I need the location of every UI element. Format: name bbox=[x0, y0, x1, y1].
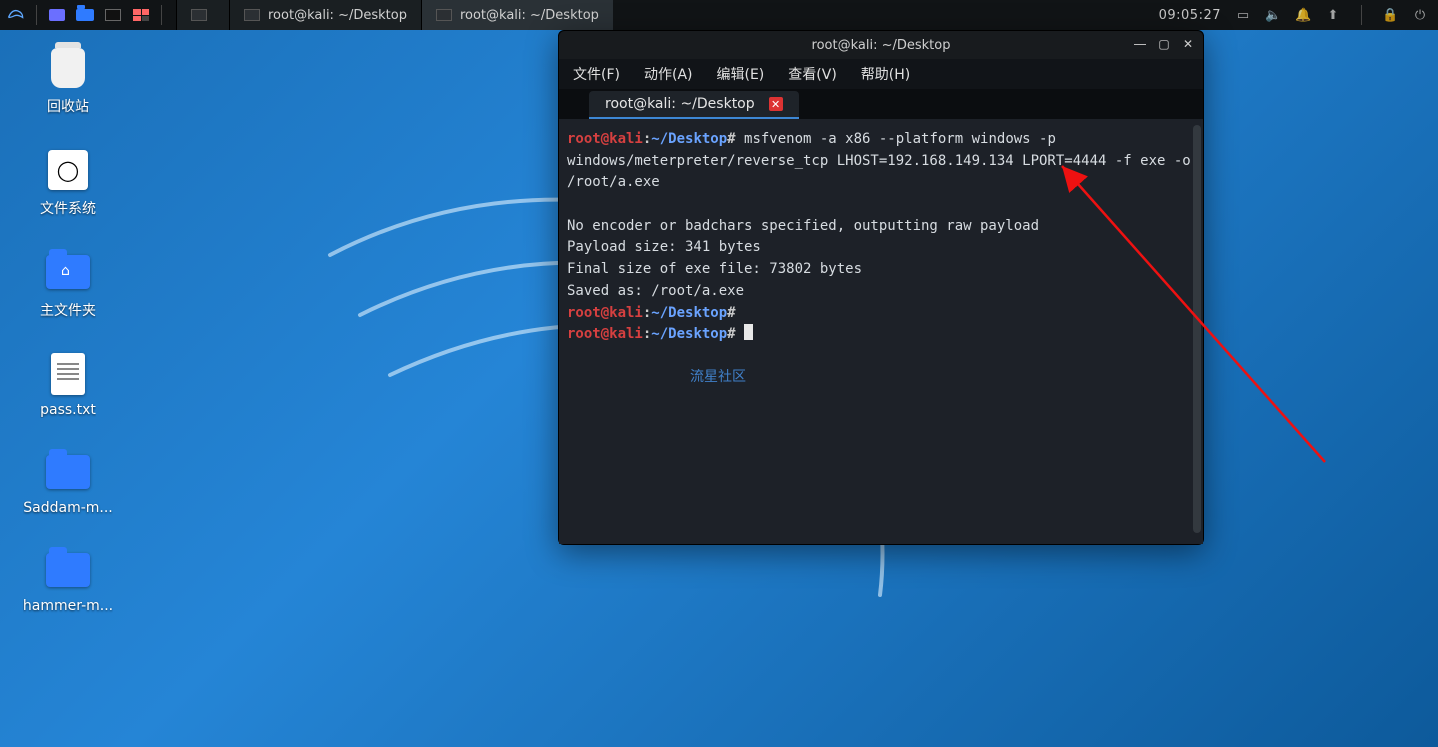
filesystem-icon: ◯ bbox=[44, 146, 92, 194]
desktop-icon-label: hammer-m... bbox=[23, 598, 113, 614]
menu-item[interactable]: 文件(F) bbox=[573, 64, 620, 84]
window-close-button[interactable]: ✕ bbox=[1179, 36, 1197, 52]
desktop-icon-label: 主文件夹 bbox=[40, 300, 96, 320]
separator bbox=[161, 5, 162, 25]
folder-icon: ⌂ bbox=[44, 248, 92, 296]
separator bbox=[36, 5, 37, 25]
volume-icon[interactable]: 🔈 bbox=[1265, 8, 1281, 23]
window-title: root@kali: ~/Desktop bbox=[812, 38, 951, 53]
update-icon[interactable]: ⬆ bbox=[1325, 8, 1341, 23]
taskbar-task-1[interactable]: root@kali: ~/Desktop bbox=[229, 0, 421, 30]
launcher-files-icon[interactable] bbox=[71, 0, 99, 30]
power-icon[interactable]: ⏻ bbox=[1412, 8, 1428, 23]
panel-launchers bbox=[0, 0, 168, 30]
separator bbox=[1361, 5, 1362, 25]
task-thumb-icon bbox=[436, 9, 452, 21]
menu-item[interactable]: 动作(A) bbox=[644, 64, 693, 84]
desktop-icon-3[interactable]: pass.txt bbox=[18, 350, 118, 418]
desktop-icon-1[interactable]: ◯ 文件系统 bbox=[18, 146, 118, 218]
window-minimize-button[interactable]: ― bbox=[1131, 36, 1149, 52]
launcher-window-icon[interactable] bbox=[43, 0, 71, 30]
menu-item[interactable]: 查看(V) bbox=[788, 64, 837, 84]
desktop-icon-label: 回收站 bbox=[47, 96, 89, 116]
notification-icon[interactable]: 🔔 bbox=[1295, 8, 1311, 23]
menu-item[interactable]: 帮助(H) bbox=[861, 64, 910, 84]
task-label: root@kali: ~/Desktop bbox=[460, 8, 599, 23]
task-thumb-icon bbox=[191, 9, 207, 21]
folder-icon bbox=[44, 546, 92, 594]
terminal-window[interactable]: root@kali: ~/Desktop ― ▢ ✕ 文件(F) 动作(A) 编辑(… bbox=[558, 30, 1204, 545]
desktop-icon-2[interactable]: ⌂ 主文件夹 bbox=[18, 248, 118, 320]
launcher-terminal-icon[interactable] bbox=[99, 0, 127, 30]
trash-icon bbox=[44, 44, 92, 92]
window-titlebar[interactable]: root@kali: ~/Desktop ― ▢ ✕ bbox=[559, 31, 1203, 59]
task-label: root@kali: ~/Desktop bbox=[268, 8, 407, 23]
document-icon bbox=[44, 350, 92, 398]
window-maximize-button[interactable]: ▢ bbox=[1155, 36, 1173, 52]
desktop-icons: 回收站 ◯ 文件系统 ⌂ 主文件夹 pass.txt Saddam-m... hammer-m… bbox=[18, 44, 118, 614]
terminal-tab-bar: root@kali: ~/Desktop ✕ bbox=[559, 89, 1203, 119]
launcher-workspaces-icon[interactable] bbox=[127, 0, 155, 30]
taskbar-tasks: root@kali: ~/Desktop root@kali: ~/Deskto… bbox=[176, 0, 613, 30]
desktop-icon-label: pass.txt bbox=[40, 402, 96, 418]
window-buttons: ― ▢ ✕ bbox=[1131, 36, 1197, 52]
task-thumb-icon bbox=[244, 9, 260, 21]
terminal-tab-label: root@kali: ~/Desktop bbox=[605, 96, 755, 112]
kali-menu-icon[interactable] bbox=[2, 0, 30, 30]
display-icon[interactable]: ▭ bbox=[1235, 8, 1251, 23]
desktop-icon-5[interactable]: hammer-m... bbox=[18, 546, 118, 614]
lock-icon[interactable]: 🔒 bbox=[1382, 8, 1398, 23]
clock[interactable]: 09:05:27 bbox=[1159, 8, 1221, 23]
close-tab-icon[interactable]: ✕ bbox=[769, 97, 783, 111]
menu-item[interactable]: 编辑(E) bbox=[717, 64, 765, 84]
terminal-body[interactable]: root@kali:~/Desktop# msfvenom -a x86 --p… bbox=[559, 119, 1203, 544]
taskbar-task-2[interactable]: root@kali: ~/Desktop bbox=[421, 0, 613, 30]
taskbar-task-0[interactable] bbox=[176, 0, 229, 30]
system-tray: 09:05:27 ▭ 🔈 🔔 ⬆ 🔒 ⏻ bbox=[1159, 5, 1438, 25]
folder-icon bbox=[44, 448, 92, 496]
desktop-icon-4[interactable]: Saddam-m... bbox=[18, 448, 118, 516]
terminal-tab[interactable]: root@kali: ~/Desktop ✕ bbox=[589, 91, 799, 119]
top-panel: root@kali: ~/Desktop root@kali: ~/Deskto… bbox=[0, 0, 1438, 30]
window-menubar: 文件(F) 动作(A) 编辑(E) 查看(V) 帮助(H) bbox=[559, 59, 1203, 89]
desktop-icon-label: Saddam-m... bbox=[23, 500, 113, 516]
desktop-icon-0[interactable]: 回收站 bbox=[18, 44, 118, 116]
terminal-scrollbar[interactable] bbox=[1193, 125, 1201, 533]
desktop-icon-label: 文件系统 bbox=[40, 198, 96, 218]
